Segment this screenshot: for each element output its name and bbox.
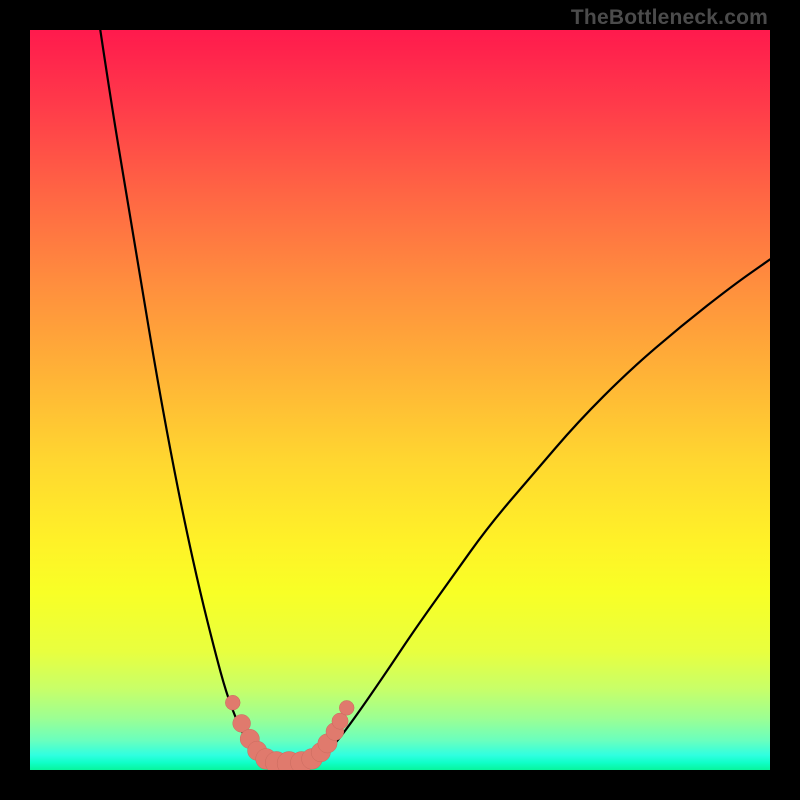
data-marker — [332, 713, 348, 729]
watermark-text: TheBottleneck.com — [571, 6, 768, 30]
data-marker — [225, 695, 240, 710]
bottleneck-curve — [100, 30, 770, 764]
plot-area — [30, 30, 770, 770]
markers-group — [225, 695, 354, 770]
curve-svg — [30, 30, 770, 770]
data-marker — [339, 700, 354, 715]
outer-frame: TheBottleneck.com — [0, 0, 800, 800]
